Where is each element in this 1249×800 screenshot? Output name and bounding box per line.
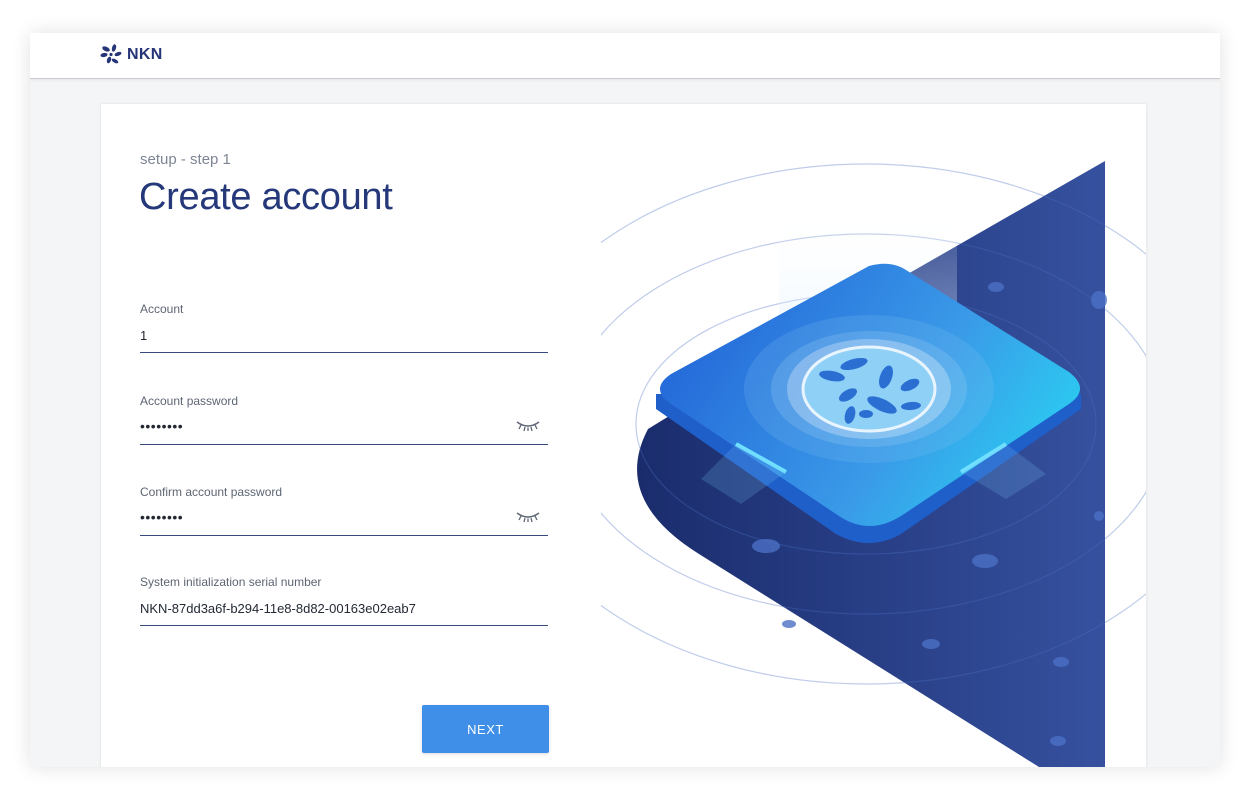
- brand-name: NKN: [127, 46, 163, 63]
- confirm-password-label: Confirm account password: [140, 485, 283, 499]
- serial-number-field[interactable]: System initialization serial number NKN-…: [140, 575, 548, 626]
- account-input[interactable]: 1: [140, 328, 147, 343]
- serial-number-input[interactable]: NKN-87dd3a6f-b294-11e8-8d82-00163e02eab7: [140, 601, 416, 616]
- confirm-password-input[interactable]: ••••••••: [140, 509, 183, 525]
- eye-closed-icon[interactable]: [516, 509, 540, 523]
- account-password-label: Account password: [140, 394, 239, 408]
- next-button[interactable]: NEXT: [422, 705, 549, 753]
- serial-number-label: System initialization serial number: [140, 575, 322, 589]
- nkn-flower-logo-icon: [100, 44, 122, 64]
- account-password-field[interactable]: Account password ••••••••: [140, 394, 548, 445]
- confirm-password-field[interactable]: Confirm account password ••••••••: [140, 485, 548, 536]
- account-field[interactable]: Account 1: [140, 302, 548, 353]
- logo[interactable]: NKN: [100, 44, 163, 66]
- account-password-input[interactable]: ••••••••: [140, 418, 183, 434]
- page-title: Create account: [139, 176, 393, 218]
- top-bar: NKN: [30, 33, 1220, 79]
- nkn-device-illustration: [601, 161, 1146, 767]
- app-window: NKN setup - step 1 Create account Accoun…: [30, 33, 1220, 767]
- account-label: Account: [140, 302, 184, 316]
- setup-card: setup - step 1 Create account Account 1 …: [101, 104, 1146, 767]
- step-label: setup - step 1: [140, 151, 231, 168]
- eye-closed-icon[interactable]: [516, 418, 540, 432]
